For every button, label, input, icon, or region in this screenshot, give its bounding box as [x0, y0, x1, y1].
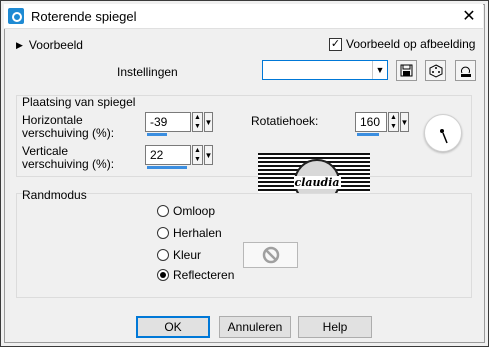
save-preset-button[interactable] — [396, 60, 417, 81]
disabled-icon — [262, 246, 279, 264]
spin-arrows-icon[interactable]: ▲ ▼ — [388, 112, 399, 132]
rotation-angle-spinner[interactable]: 160 ▲ ▼ ▼ — [355, 112, 411, 136]
horizontal-offset-label: Horizontale verschuiving (%): — [22, 114, 114, 140]
preview-toggle[interactable]: ▶ Voorbeeld — [16, 38, 83, 52]
chevron-down-icon[interactable]: ▼ — [400, 112, 409, 132]
vertical-label-line2: verschuiving (%): — [22, 157, 115, 171]
watermark-text: claudia — [293, 175, 341, 189]
ok-button[interactable]: OK — [136, 316, 210, 338]
app-icon — [8, 8, 24, 24]
radio-color[interactable]: Kleur — [157, 248, 201, 262]
radio-unselected-icon[interactable] — [157, 205, 169, 217]
spin-arrows-icon[interactable]: ▲ ▼ — [192, 112, 203, 132]
edge-mode-group-title: Randmodus — [22, 188, 87, 202]
window-title: Roterende spiegel — [31, 9, 137, 24]
chevron-down-icon[interactable]: ▼ — [204, 145, 213, 165]
rotation-angle-input[interactable]: 160 — [355, 112, 387, 132]
placement-group-title: Plaatsing van spiegel — [22, 95, 136, 109]
color-swatch-button[interactable] — [243, 242, 298, 268]
radio-label-wrap: Omloop — [173, 204, 216, 218]
preview-toggle-label: Voorbeeld — [28, 38, 83, 52]
preview-on-image-checkbox[interactable]: ✓ Voorbeeld op afbeelding — [329, 37, 475, 51]
settings-label: Instellingen — [117, 65, 178, 79]
chevron-down-icon[interactable]: ▼ — [372, 61, 387, 79]
reset-icon — [460, 66, 471, 77]
vertical-offset-spinner[interactable]: 22 ▲ ▼ ▼ — [145, 145, 217, 169]
horizontal-label-line2: verschuiving (%): — [22, 126, 115, 140]
rotation-dial[interactable] — [424, 114, 462, 152]
checkbox-checked-icon[interactable]: ✓ — [329, 37, 342, 51]
radio-wrap[interactable]: Omloop — [157, 204, 215, 218]
chevron-down-icon[interactable]: ▼ — [204, 112, 213, 132]
close-button[interactable]: ✕ — [459, 7, 479, 25]
settings-dropdown[interactable]: ▼ — [262, 60, 388, 80]
save-icon — [400, 64, 413, 77]
radio-label-repeat: Herhalen — [173, 226, 222, 240]
reset-button[interactable] — [455, 60, 476, 81]
cancel-button[interactable]: Annuleren — [219, 316, 291, 338]
radio-selected-icon[interactable] — [157, 269, 169, 281]
vertical-offset-input[interactable]: 22 — [145, 145, 191, 165]
vertical-offset-level-bar — [147, 166, 187, 169]
radio-label-color: Kleur — [173, 248, 202, 262]
horizontal-offset-level-bar — [147, 133, 167, 136]
title-bar: Roterende spiegel ✕ — [4, 4, 483, 29]
rotation-angle-label: Rotatiehoek: — [251, 114, 319, 128]
rotation-angle-level-bar — [357, 133, 379, 136]
randomize-button[interactable] — [425, 60, 446, 81]
radio-unselected-icon[interactable] — [157, 227, 169, 239]
dial-pointer-icon — [440, 129, 448, 144]
horizontal-offset-spinner[interactable]: -39 ▲ ▼ ▼ — [145, 112, 217, 136]
dice-icon — [429, 63, 442, 78]
radio-label-reflect: Reflecteren — [173, 268, 235, 282]
spin-arrows-icon[interactable]: ▲ ▼ — [192, 145, 203, 165]
radio-unselected-icon[interactable] — [157, 249, 169, 261]
radio-repeat[interactable]: Herhalen — [157, 226, 222, 240]
horizontal-offset-input[interactable]: -39 — [145, 112, 191, 132]
radio-reflect[interactable]: Reflecteren — [157, 268, 234, 282]
preview-on-image-label: Voorbeeld op afbeelding — [346, 37, 476, 51]
vertical-offset-label: Verticale verschuiving (%): — [22, 145, 114, 171]
triangle-right-icon: ▶ — [16, 39, 23, 50]
help-button[interactable]: Help — [298, 316, 372, 338]
